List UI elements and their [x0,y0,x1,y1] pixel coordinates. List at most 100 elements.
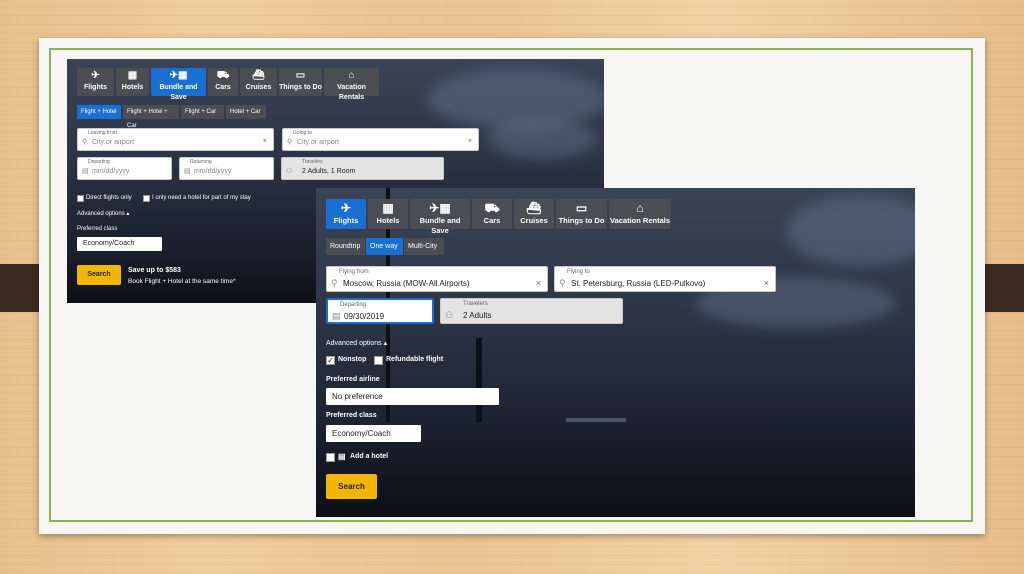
flying-to-value: St. Petersburg, Russia (LED-Pulkovo) [571,279,706,288]
returning-label: Returning [190,159,212,165]
leaving-from-placeholder: City or airport [92,139,135,146]
partial-hotel-label: I only need a hotel for part of my stay [152,195,251,201]
nav-label: Vacation Rentals [609,216,671,225]
subtab-flight-hotel-car[interactable]: Flight + Hotel + Car [123,105,179,129]
nav-vacation-rentals[interactable]: ⌂ Vacation Rentals [324,68,379,101]
add-hotel-label: Add a hotel [350,453,389,460]
nonstop-label: Nonstop [338,356,367,363]
nav-label: Things to Do [279,84,322,91]
nav-label: Bundle and Save [159,84,198,101]
advanced-options-link[interactable]: Advanced options ▴ [77,210,129,217]
nonstop-checkbox[interactable]: ✓ [326,356,335,365]
travelers-value: 2 Adults [463,311,492,320]
calendar-icon: ▤ [184,168,191,175]
returning-placeholder: mm/dd/yyyy [194,168,232,175]
nav-cars[interactable]: ⛟ Cars [208,68,238,96]
going-to-placeholder: City or airport [297,139,340,146]
clear-icon[interactable]: × [764,278,769,288]
hotel-icon: ▦ [382,201,394,215]
ticket-icon: ▭ [295,70,306,81]
going-to-label: Going to [293,130,312,136]
nav-bundle-and-save[interactable]: ✈▦ Bundle and Save [410,199,470,235]
slide: ✈ Flights ▦ Hotels ✈▦ Bundle and Save ⛟ Cars ⛴ Cr… [39,38,985,534]
flying-from-label: Flying from [339,269,369,275]
departing-value: 09/30/2019 [344,312,385,321]
cruise-icon: ⛴ [252,70,265,81]
travelers-field[interactable]: Travelers ⚇ 2 Adults, 1 Room [281,157,444,180]
advanced-options-link[interactable]: Advanced options ▴ [326,339,387,347]
nav-label: Cruises [245,84,272,91]
clear-icon[interactable]: × [536,278,541,288]
leaving-from-field[interactable]: Leaving from ⚲ City or airport × [77,128,274,151]
nav-label: Things to Do [558,216,605,225]
nav-cars[interactable]: ⛟ Cars [472,199,512,229]
house-icon: ⌂ [636,201,644,215]
house-icon: ⌂ [348,70,355,81]
promo-title: Save up to $583 [128,267,181,274]
nav-cruises[interactable]: ⛴ Cruises [240,68,277,96]
add-hotel-checkbox[interactable] [326,453,335,462]
nav-label: Cars [483,216,501,225]
subtab-roundtrip[interactable]: Roundtrip [326,238,365,255]
flying-from-field[interactable]: Flying from ⚲ Moscow, Russia (MOW-All Ai… [326,266,548,292]
returning-field[interactable]: Returning ▤ mm/dd/yyyy [179,157,274,180]
subtab-flight-car[interactable]: Flight + Car [181,105,224,119]
people-icon: ⚇ [445,310,454,320]
airplane-icon: ✈ [340,201,352,215]
nav-hotels[interactable]: ▦ Hotels [368,199,408,229]
direct-flights-checkbox[interactable] [77,195,84,202]
preferred-airline-select[interactable]: No preference [326,388,499,405]
calendar-icon: ▤ [82,168,89,175]
travelers-label: Travelers [463,301,488,307]
refundable-checkbox[interactable] [374,356,383,365]
nav-label: Cars [215,84,231,91]
nav-vacation-rentals[interactable]: ⌂ Vacation Rentals [609,199,671,229]
hotel-icon: ▤ [338,452,346,461]
travelers-label: Travelers [302,159,323,165]
preferred-class-select[interactable]: Economy/Coach [77,237,162,251]
search-button[interactable]: Search [326,474,377,499]
nav-flights[interactable]: ✈ Flights [326,199,366,229]
direct-flights-label: Direct flights only [86,195,132,201]
flying-from-value: Moscow, Russia (MOW-All Airports) [343,279,470,288]
nav-label: Hotels [121,84,144,91]
flying-to-label: Flying to [567,269,590,275]
nav-label: Cruises [520,216,548,225]
subtab-flight-hotel[interactable]: Flight + Hotel [77,105,121,119]
nav-label: Vacation Rentals [337,84,366,101]
nav-cruises[interactable]: ⛴ Cruises [514,199,554,229]
departing-field[interactable]: Departing ▤ 09/30/2019 [326,298,434,324]
departing-field[interactable]: Departing ▤ mm/dd/yyyy [77,157,172,180]
travelers-field[interactable]: Travelers ⚇ 2 Adults [440,298,623,324]
clear-icon[interactable]: × [263,138,267,145]
ticket-icon: ▭ [575,201,588,215]
car-icon: ⛟ [216,70,230,81]
clear-icon[interactable]: × [468,138,472,145]
car-icon: ⛟ [484,201,500,215]
bundle-icon: ✈▦ [429,201,451,215]
nav-things-to-do[interactable]: ▭ Things to Do [556,199,607,229]
partial-hotel-checkbox[interactable] [143,195,150,202]
preferred-class-select[interactable]: Economy/Coach [326,425,421,442]
nav-things-to-do[interactable]: ▭ Things to Do [279,68,322,96]
departing-label: Departing [340,302,367,308]
subtab-multi-city[interactable]: Multi-City [404,238,444,255]
nav-flights[interactable]: ✈ Flights [77,68,114,96]
search-button[interactable]: Search [77,265,121,285]
nav-bundle-and-save[interactable]: ✈▦ Bundle and Save [151,68,206,101]
location-pin-icon: ⚲ [331,278,338,288]
bundle-icon: ✈▦ [169,70,188,81]
nav-label: Bundle and Save [419,216,461,235]
nav-label: Hotels [376,216,400,225]
departing-label: Departing [88,159,110,165]
subtab-hotel-car[interactable]: Hotel + Car [226,105,266,119]
nav-hotels[interactable]: ▦ Hotels [116,68,149,96]
departing-placeholder: mm/dd/yyyy [92,168,130,175]
going-to-field[interactable]: Going to ⚲ City or airport × [282,128,479,151]
location-pin-icon: ⚲ [559,278,566,288]
people-icon: ⚇ [286,168,293,175]
subtab-one-way[interactable]: One way [366,238,403,255]
airplane-icon: ✈ [91,70,100,81]
flying-to-field[interactable]: Flying to ⚲ St. Petersburg, Russia (LED-… [554,266,776,292]
leaving-from-label: Leaving from [88,130,117,136]
